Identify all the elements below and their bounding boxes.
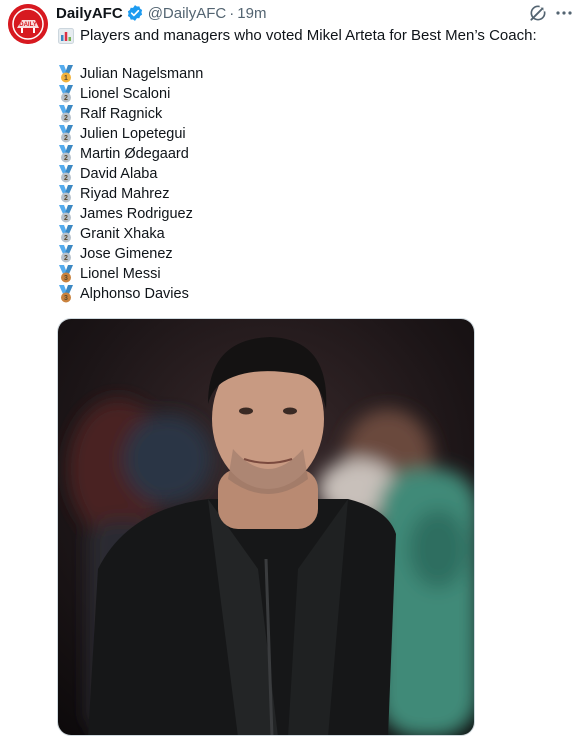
author-handle[interactable]: @DailyAFC [148, 5, 227, 22]
list-item: 2 Julien Lopetegui [58, 124, 203, 144]
post-time[interactable]: 19m [237, 5, 266, 22]
voter-name: Alphonso Davies [80, 286, 189, 302]
more-options-icon[interactable] [556, 10, 572, 16]
svg-text:2: 2 [64, 195, 68, 202]
voter-name: David Alaba [80, 166, 158, 182]
silver-medal-icon: 2 [59, 185, 73, 203]
silver-medal-icon: 2 [59, 125, 73, 143]
voter-name: Jose Gimenez [80, 246, 173, 262]
voter-name: Lionel Scaloni [80, 86, 171, 102]
list-item: 2 Ralf Ragnick [58, 104, 203, 124]
list-item: 2 James Rodriguez [58, 204, 203, 224]
silver-medal-icon: 2 [59, 205, 73, 223]
list-item: 1 Julian Nagelsmann [58, 64, 203, 84]
voter-name: Martin Ødegaard [80, 146, 189, 162]
svg-text:2: 2 [64, 175, 68, 182]
svg-text:2: 2 [64, 215, 68, 222]
svg-text:2: 2 [64, 235, 68, 242]
silver-medal-icon: 2 [59, 145, 73, 163]
post-header: DailyAFC @DailyAFC · 19m [56, 3, 266, 23]
post-photo[interactable] [57, 318, 475, 736]
silver-medal-icon: 2 [59, 245, 73, 263]
voter-list: 1 Julian Nagelsmann 2 Lionel Scaloni 2 Ralf R… [58, 64, 203, 304]
svg-text:2: 2 [64, 95, 68, 102]
voter-name: Granit Xhaka [80, 226, 165, 242]
voter-name: Riyad Mahrez [80, 186, 170, 202]
separator-dot: · [229, 4, 235, 22]
svg-text:2: 2 [64, 115, 68, 122]
silver-medal-icon: 2 [59, 165, 73, 183]
svg-text:1: 1 [64, 75, 68, 82]
bar-chart-icon [58, 28, 74, 44]
list-item: 2 Martin Ødegaard [58, 144, 203, 164]
svg-text:3: 3 [64, 275, 68, 282]
list-item: 3 Alphonso Davies [58, 284, 203, 304]
svg-text:3: 3 [64, 295, 68, 302]
voter-name: Ralf Ragnick [80, 106, 163, 122]
svg-text:2: 2 [64, 135, 68, 142]
voter-name: Julien Lopetegui [80, 126, 186, 142]
silver-medal-icon: 2 [59, 225, 73, 243]
headline-text: Players and managers who voted Mikel Art… [80, 27, 537, 44]
avatar[interactable]: DAILY [8, 4, 48, 44]
dailyafc-logo: DAILY [8, 4, 48, 44]
bronze-medal-icon: 3 [59, 265, 73, 283]
list-item: 2 Lionel Scaloni [58, 84, 203, 104]
coach-photo [58, 319, 474, 735]
svg-text:2: 2 [64, 155, 68, 162]
author-name[interactable]: DailyAFC [56, 5, 123, 22]
svg-text:DAILY: DAILY [19, 22, 36, 28]
silver-medal-icon: 2 [59, 85, 73, 103]
verified-badge-icon [127, 5, 142, 21]
voter-name: Julian Nagelsmann [80, 66, 204, 82]
bronze-medal-icon: 3 [59, 285, 73, 303]
silver-medal-icon: 2 [59, 105, 73, 123]
grok-icon[interactable] [528, 3, 548, 23]
list-item: 2 David Alaba [58, 164, 203, 184]
voter-name: Lionel Messi [80, 266, 161, 282]
list-item: 2 Riyad Mahrez [58, 184, 203, 204]
list-item: 3 Lionel Messi [58, 264, 203, 284]
voter-name: James Rodriguez [80, 206, 193, 222]
list-item: 2 Jose Gimenez [58, 244, 203, 264]
post-headline: Players and managers who voted Mikel Art… [58, 26, 537, 46]
gold-medal-icon: 1 [59, 65, 73, 83]
list-item: 2 Granit Xhaka [58, 224, 203, 244]
svg-text:2: 2 [64, 255, 68, 262]
